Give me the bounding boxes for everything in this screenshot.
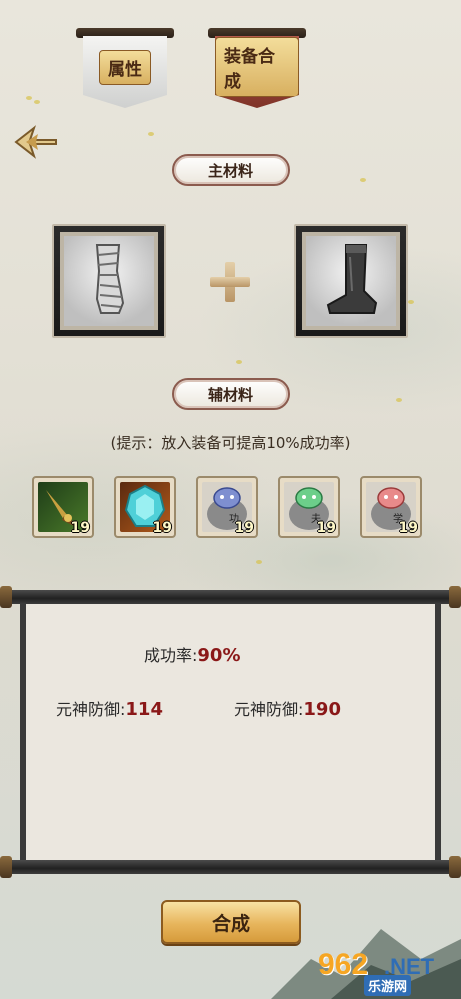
petal-decoration	[148, 132, 154, 136]
stat-before-value: 114	[125, 699, 163, 720]
petal-decoration	[236, 360, 242, 364]
watermark-text: 乐游网	[364, 975, 412, 996]
stat-after-label: 元神防御:	[234, 700, 304, 719]
banner-cloth: 属性	[83, 36, 167, 108]
tab-attributes[interactable]: 属性	[76, 28, 174, 110]
petal-decoration	[408, 300, 414, 304]
success-rate-value: 90%	[197, 645, 241, 666]
bandaged-leggings-icon	[60, 232, 158, 330]
petal-decoration	[256, 560, 262, 564]
stat-before: 元神防御:114	[56, 696, 163, 720]
scroll-rod-top	[0, 590, 461, 604]
result-panel: 成功率:90% 元神防御:114 元神防御:190	[0, 586, 461, 880]
sub-material-slot-4[interactable]: 夫 19	[278, 476, 340, 538]
success-rate-label: 成功率:	[144, 646, 198, 665]
item-count: 19	[398, 520, 418, 536]
tab-equipment-synthesis-label: 装备合成	[215, 37, 299, 97]
stat-after: 元神防御:190	[234, 696, 341, 720]
success-rate: 成功率:90%	[144, 642, 241, 666]
dark-boot-icon	[302, 232, 400, 330]
sub-materials-title: 辅材料	[171, 378, 290, 410]
item-count: 19	[316, 520, 336, 536]
tab-equipment-synthesis[interactable]: 装备合成	[208, 28, 306, 110]
item-count: 19	[152, 520, 172, 536]
petal-decoration	[26, 96, 32, 100]
sub-material-slot-2[interactable]: 19	[114, 476, 176, 538]
watermark-number: 962	[318, 948, 369, 981]
stat-after-value: 190	[303, 699, 341, 720]
main-material-slot-2[interactable]	[294, 224, 408, 338]
scroll-rod-cap	[449, 856, 461, 878]
main-material-slot-1[interactable]	[52, 224, 166, 338]
tab-attributes-label: 属性	[99, 49, 151, 85]
petal-decoration	[396, 398, 402, 402]
petal-decoration	[360, 178, 366, 182]
scroll-rod-cap	[0, 586, 12, 608]
stat-before-label: 元神防御:	[56, 700, 126, 719]
banner-cloth: 装备合成	[215, 36, 299, 108]
plus-icon	[210, 262, 250, 302]
watermark-logo: 962 .NET 乐游网	[318, 948, 460, 998]
petal-decoration	[34, 100, 40, 104]
scroll-rod-cap	[0, 856, 12, 878]
scroll-rod-bottom	[0, 860, 461, 874]
result-panel-body: 成功率:90% 元神防御:114 元神防御:190	[20, 604, 441, 860]
sub-material-slot-3[interactable]: 功 19	[196, 476, 258, 538]
hint-text: (提示：放入装备可提高10%成功率)	[110, 434, 351, 452]
sub-material-slot-5[interactable]: 学 19	[360, 476, 422, 538]
back-arrow-icon[interactable]	[12, 122, 60, 162]
scroll-rod-cap	[449, 586, 461, 608]
item-count: 19	[70, 520, 90, 536]
item-count: 19	[234, 520, 254, 536]
synthesize-button[interactable]: 合成	[161, 900, 301, 944]
sub-material-slot-1[interactable]: 19	[32, 476, 94, 538]
main-materials-title: 主材料	[171, 154, 290, 186]
